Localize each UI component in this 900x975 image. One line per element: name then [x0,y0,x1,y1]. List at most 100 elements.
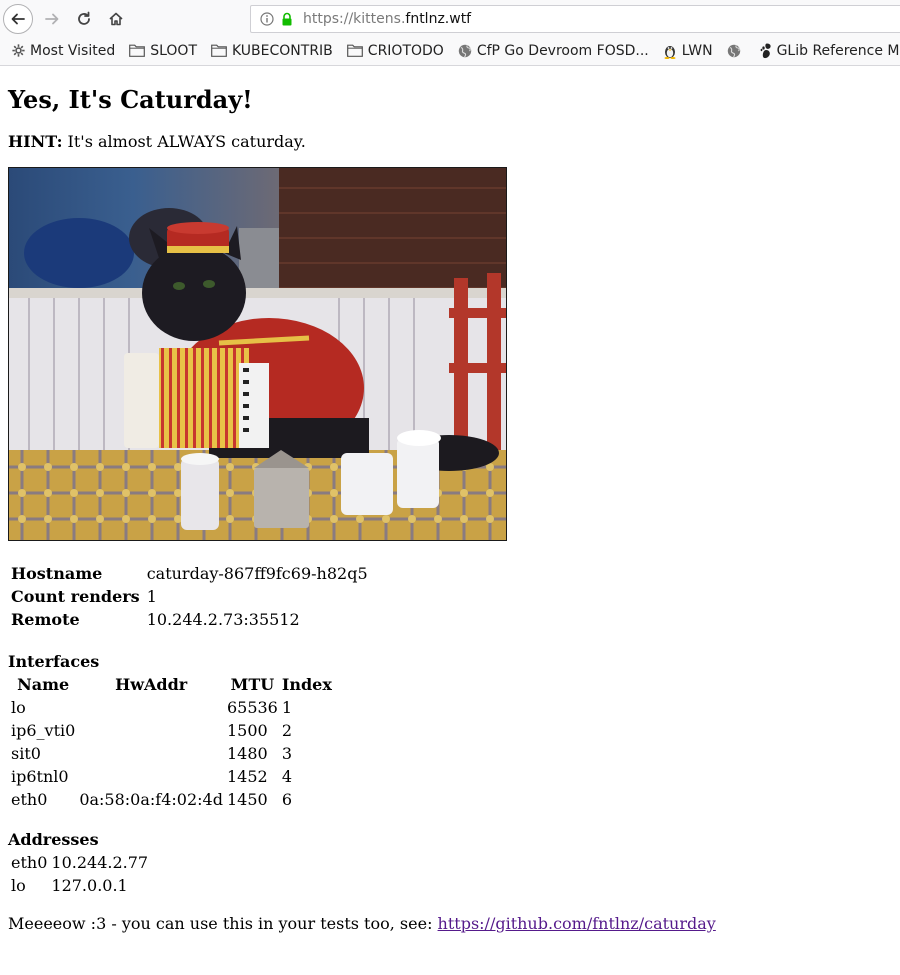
interface-name: sit0 [11,744,41,763]
reload-button[interactable] [68,3,100,35]
interface-name: ip6tnl0 [11,767,69,786]
table-row: eth0 10.244.2.77 [10,852,149,873]
bookmark-label: CRIOTODO [367,42,444,59]
bookmark-label: GLib Reference Manual... [776,42,900,59]
table-row: eth0 0a:58:0a:f4:02:4d 1450 6 [10,789,333,810]
bookmark-kubecontrib[interactable]: KUBECONTRIB [211,43,333,59]
url-bar[interactable]: https://kittens.fntlnz.wtf [250,5,900,33]
host-info-key: Count renders [11,587,140,606]
column-header: MTU [230,675,275,694]
reload-icon [78,11,90,25]
home-icon [109,12,123,26]
interface-mtu: 1450 [226,790,268,809]
home-button[interactable] [100,3,132,35]
github-link[interactable]: https://github.com/fntlnz/caturday [438,914,716,933]
interface-index: 2 [281,721,293,740]
table-row: lo 65536 1 [10,697,333,718]
interfaces-table: Name HwAddr MTU Index lo 65536 1 ip6_vti… [8,672,335,812]
address-interface: eth0 [11,853,48,872]
lock-icon[interactable] [280,12,294,26]
interface-hwaddr [78,697,224,718]
bookmark-sloot[interactable]: SLOOT [129,43,197,59]
host-info-value: caturday-867ff9fc69-h82q5 [146,564,368,583]
gnome-icon [760,43,771,58]
folder-icon [346,44,363,57]
page-content: Yes, It's Caturday! HINT: It's almost AL… [0,86,900,934]
host-info-value: 1 [146,587,157,606]
table-row: ip6_vti0 1500 2 [10,720,333,741]
footer-text: Meeeeow :3 - you can use this in your te… [8,914,438,933]
bookmarks-toolbar: Most Visited SLOOT KUBECONTRIB CRIOTODO … [0,38,900,63]
folder-icon [211,44,227,57]
column-header: Index [281,675,332,694]
bookmark-label: Most Visited [30,42,116,59]
host-info-key: Hostname [11,564,103,583]
interface-name: eth0 [11,790,48,809]
url-domain: fntlnz.wtf [405,11,472,27]
browser-toolbar: https://kittens.fntlnz.wtf Most Visited … [0,0,900,66]
bookmark-unnamed[interactable] [727,44,746,58]
hint-line: HINT: It's almost ALWAYS caturday. [8,132,892,152]
tux-icon [664,45,676,59]
host-info-table: Hostname caturday-867ff9fc69-h82q5 Count… [8,561,371,632]
bookmark-label: CfP Go Devroom FOSD... [476,42,649,59]
bookmark-cfp-go-devroom[interactable]: CfP Go Devroom FOSD... [458,43,649,59]
addresses-table: eth0 10.244.2.77 lo 127.0.0.1 [8,850,151,898]
hint-text: It's almost ALWAYS caturday. [62,132,306,151]
table-header-row: Name HwAddr MTU Index [10,674,333,695]
host-info-row: Hostname caturday-867ff9fc69-h82q5 [10,563,369,584]
arrow-right-icon [45,13,59,25]
folder-icon [129,44,146,57]
bookmark-criotodo[interactable]: CRIOTODO [346,42,444,59]
interface-hwaddr [78,766,224,787]
table-row: ip6tnl0 1452 4 [10,766,333,787]
url-text[interactable]: https://kittens.fntlnz.wtf [303,11,471,27]
address-ip: 127.0.0.1 [51,876,128,895]
host-info-row: Remote 10.244.2.73:35512 [10,609,369,630]
interface-hwaddr [78,720,224,741]
address-ip: 10.244.2.77 [51,853,149,872]
bookmark-glib-reference[interactable]: GLib Reference Manual... [760,43,900,59]
column-header: Name [17,675,70,694]
interface-index: 4 [281,767,293,786]
host-info-value: 10.244.2.73:35512 [146,610,300,629]
interface-mtu: 65536 [226,698,278,717]
arrow-left-icon [11,13,25,25]
interface-name: ip6_vti0 [11,721,76,740]
interface-mtu: 1480 [226,744,268,763]
address-interface: lo [11,876,26,895]
interface-index: 3 [281,744,293,763]
table-row: lo 127.0.0.1 [10,875,149,896]
interface-index: 6 [281,790,293,809]
column-header: HwAddr [115,675,188,694]
page-title: Yes, It's Caturday! [8,85,253,114]
footer-line: Meeeeow :3 - you can use this in your te… [8,914,892,934]
nav-bar: https://kittens.fntlnz.wtf [0,0,900,38]
hint-label: HINT: [8,132,63,151]
interface-hwaddr [78,743,224,764]
forward-button[interactable] [36,3,68,35]
host-info-key: Remote [11,610,80,629]
interfaces-heading: Interfaces [8,652,100,671]
addresses-heading: Addresses [8,830,99,849]
interface-mtu: 1500 [226,721,268,740]
interface-mtu: 1452 [226,767,268,786]
cat-playing-accordion-illustration [9,168,506,540]
interface-index: 1 [281,698,293,717]
info-icon[interactable] [260,12,274,26]
url-prefix: https://kittens. [303,11,406,27]
bookmark-label: LWN [681,42,713,59]
host-info-row: Count renders 1 [10,586,369,607]
bookmark-label: KUBECONTRIB [232,42,333,59]
globe-icon [727,44,740,57]
cat-accordion-image [8,167,507,541]
back-button[interactable] [3,4,33,34]
bookmark-most-visited[interactable]: Most Visited [12,43,115,59]
globe-icon [458,44,472,57]
gear-icon [12,44,25,57]
bookmark-lwn[interactable]: LWN [663,43,713,59]
table-row: sit0 1480 3 [10,743,333,764]
interface-name: lo [11,698,26,717]
bookmark-label: SLOOT [150,42,197,59]
interface-hwaddr: 0a:58:0a:f4:02:4d [79,790,223,809]
